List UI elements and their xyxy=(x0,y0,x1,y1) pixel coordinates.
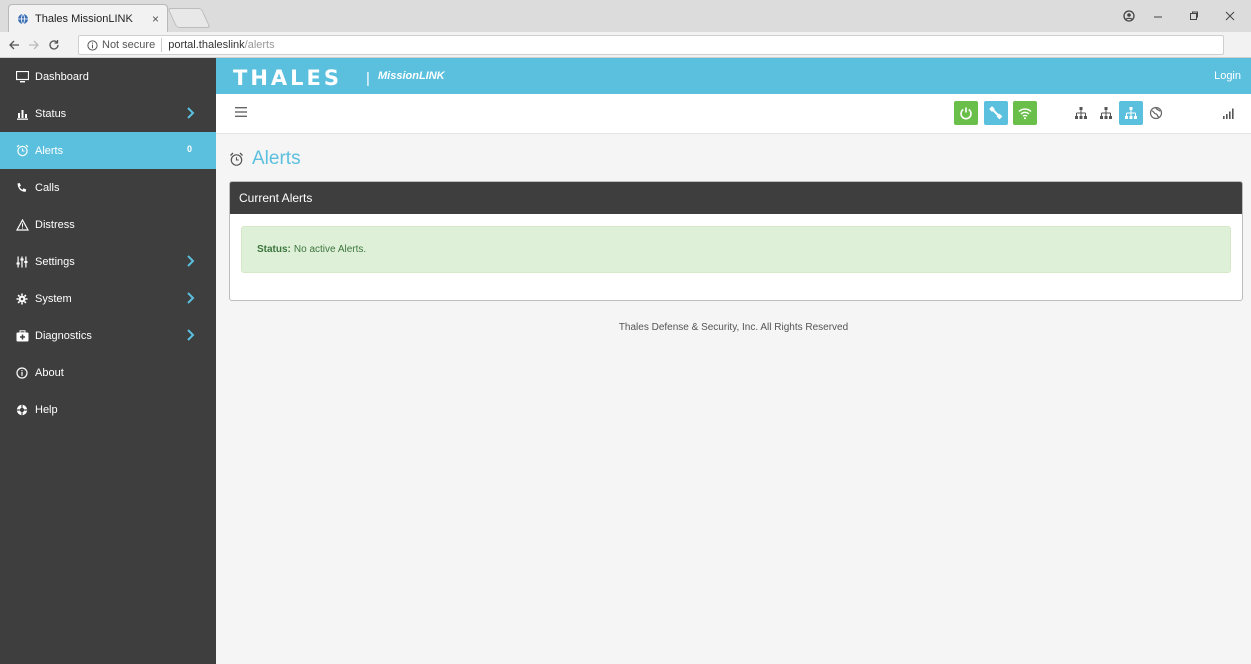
browser-tabstrip: Thales MissionLINK × xyxy=(0,0,1251,32)
panel-title: Current Alerts xyxy=(239,191,313,205)
satellite-icon xyxy=(989,106,1003,120)
network-icon xyxy=(1125,107,1137,119)
sidebar-item-dashboard[interactable]: Dashboard xyxy=(0,58,216,95)
page-title: Alerts xyxy=(252,148,301,169)
back-arrow-icon[interactable] xyxy=(4,35,24,55)
chevron-right-icon xyxy=(187,329,195,341)
chevron-right-icon xyxy=(187,255,195,267)
sidebar-item-about[interactable]: About xyxy=(0,354,216,391)
address-divider xyxy=(161,38,163,52)
alarm-clock-icon xyxy=(230,152,243,166)
medkit-icon xyxy=(15,329,29,343)
info-icon xyxy=(15,366,29,380)
globe-icon xyxy=(1149,106,1163,120)
globe-icon xyxy=(18,13,28,24)
page-heading: Alerts xyxy=(229,148,301,170)
product-name: MissionLINK xyxy=(378,70,445,82)
wifi-icon xyxy=(1018,108,1032,120)
sidebar-item-label: Dashboard xyxy=(35,70,89,83)
sidebar-item-label: About xyxy=(35,366,64,379)
chevron-right-icon xyxy=(187,107,195,119)
login-link[interactable]: Login xyxy=(1214,70,1241,82)
status-icon-bar xyxy=(216,94,1251,134)
restore-icon[interactable] xyxy=(1182,6,1206,26)
lifebuoy-icon xyxy=(15,403,29,417)
sidebar-item-diagnostics[interactable]: Diagnostics xyxy=(0,317,216,354)
alert-count-badge: 0 xyxy=(186,144,192,154)
phone-icon xyxy=(15,181,29,195)
url-path: /alerts xyxy=(244,39,275,51)
signal-strength-button[interactable] xyxy=(1217,101,1241,125)
status-label: Status: xyxy=(257,244,291,255)
browser-tab[interactable]: Thales MissionLINK × xyxy=(8,4,168,32)
sidebar-item-distress[interactable]: Distress xyxy=(0,206,216,243)
sidebar-item-label: Calls xyxy=(35,181,60,194)
panel-header: Current Alerts xyxy=(230,182,1242,214)
not-secure-label: Not secure xyxy=(102,39,156,51)
brand-logo: THALES xyxy=(233,66,343,90)
address-bar[interactable]: Not secure portal.thaleslink/alerts xyxy=(78,35,1224,55)
monitor-icon xyxy=(15,70,29,84)
url-host: portal.thaleslink xyxy=(168,39,245,51)
wifi-status-button[interactable] xyxy=(1013,101,1037,125)
status-alert-box: Status: No active Alerts. xyxy=(241,226,1231,273)
network-icon xyxy=(1100,107,1112,119)
profile-icon[interactable] xyxy=(1117,6,1141,26)
sidebar-item-label: Alerts xyxy=(35,144,64,157)
sidebar-item-help[interactable]: Help xyxy=(0,391,216,428)
sidebar-item-label: Settings xyxy=(35,255,75,268)
network-2-status-button[interactable] xyxy=(1094,101,1118,125)
brand-header: THALES | MissionLINK Login xyxy=(216,58,1251,94)
minimize-icon[interactable] xyxy=(1146,6,1170,26)
browser-toolbar: Not secure portal.thaleslink/alerts ☆ ⋮ xyxy=(0,32,1251,83)
sidebar-item-status[interactable]: Status xyxy=(0,95,216,132)
sidebar-item-settings[interactable]: Settings xyxy=(0,243,216,280)
bar-chart-icon xyxy=(15,107,29,121)
sidebar-item-label: Status xyxy=(35,107,67,120)
globe-status-button[interactable] xyxy=(1144,101,1168,125)
network-1-status-button[interactable] xyxy=(1069,101,1093,125)
sliders-icon xyxy=(15,255,29,269)
copyright-text: Thales Defense & Security, Inc. All Righ… xyxy=(618,322,849,333)
not-secure-indicator[interactable]: Not secure xyxy=(87,39,155,51)
current-alerts-panel: Current Alerts Status: No active Alerts. xyxy=(229,181,1243,301)
sidebar-item-label: Help xyxy=(35,403,58,416)
hamburger-menu-icon[interactable] xyxy=(235,106,247,118)
forward-arrow-icon[interactable] xyxy=(24,35,44,55)
chevron-right-icon xyxy=(187,292,195,304)
network-icon xyxy=(1075,107,1087,119)
status-text: No active Alerts. xyxy=(293,244,367,255)
sidebar: Dashboard Status Alerts 0 Calls Distress… xyxy=(0,58,216,664)
signal-bars-icon xyxy=(1223,108,1234,119)
sidebar-item-alerts[interactable]: Alerts 0 xyxy=(0,132,216,169)
alarm-clock-icon xyxy=(15,144,29,158)
info-circle-icon xyxy=(87,39,98,51)
sidebar-item-system[interactable]: System xyxy=(0,280,216,317)
footer: Thales Defense & Security, Inc. All Righ… xyxy=(216,322,1251,333)
satellite-status-button[interactable] xyxy=(984,101,1008,125)
gear-icon xyxy=(15,292,29,306)
sidebar-item-label: System xyxy=(35,292,72,305)
brand-separator: | xyxy=(366,70,370,87)
warning-icon xyxy=(15,218,29,232)
power-icon xyxy=(960,107,972,120)
reload-icon[interactable] xyxy=(44,35,64,55)
new-tab-button[interactable] xyxy=(167,8,211,28)
power-status-button[interactable] xyxy=(954,101,978,125)
tab-close-icon[interactable]: × xyxy=(152,12,159,26)
sidebar-item-label: Diagnostics xyxy=(35,329,92,342)
sidebar-item-label: Distress xyxy=(35,218,75,231)
sidebar-item-calls[interactable]: Calls xyxy=(0,169,216,206)
close-window-icon[interactable] xyxy=(1218,6,1242,26)
tab-title: Thales MissionLINK xyxy=(35,12,133,25)
network-3-status-button[interactable] xyxy=(1119,101,1143,125)
